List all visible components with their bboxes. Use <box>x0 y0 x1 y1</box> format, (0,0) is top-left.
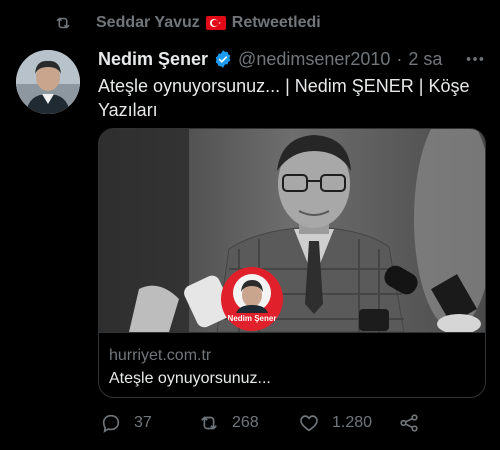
tweet-text: Ateşle oynuyorsunuz... | Nedim ŞENER | K… <box>98 76 470 120</box>
author-handle[interactable]: @nedimsener2010 <box>238 49 390 70</box>
author-badge: Nedim Şener <box>221 267 283 331</box>
share-icon <box>400 414 418 432</box>
share-button[interactable] <box>398 408 432 438</box>
tweet-actions: 37 268 1.280 <box>98 408 488 438</box>
badge-name: Nedim Şener <box>227 314 277 323</box>
card-title: Ateşle oynuyorsunuz... <box>109 370 271 387</box>
tweet-header: Nedim Şener @nedimsener2010 · 2 sa <box>98 46 486 72</box>
like-count: 1.280 <box>332 414 373 431</box>
reply-count: 37 <box>134 414 152 431</box>
card-meta: hurriyet.com.tr Ateşle oynuyorsunuz... <box>99 332 485 397</box>
reply-button[interactable]: 37 <box>100 408 152 438</box>
retweeter-name[interactable]: Seddar Yavuz <box>96 14 200 32</box>
retweet-context: Seddar Yavuz Retweetledi <box>56 12 321 34</box>
heart-icon <box>300 415 318 432</box>
tweet-time[interactable]: 2 sa <box>408 49 442 70</box>
card-image: Nedim Şener <box>99 129 485 334</box>
retweet-count: 268 <box>232 414 259 431</box>
like-button[interactable]: 1.280 <box>298 408 372 438</box>
author-avatar[interactable] <box>16 50 80 114</box>
card-domain: hurriyet.com.tr <box>109 347 212 364</box>
separator-dot: · <box>396 48 403 69</box>
link-preview-card[interactable]: Nedim Şener hurriyet.com.tr Ateşle oynuy… <box>98 128 486 398</box>
retweet-icon <box>56 17 70 29</box>
author-name[interactable]: Nedim Şener <box>98 49 208 70</box>
retweet-button[interactable]: 268 <box>198 408 259 438</box>
retweeted-label: Retweetledi <box>231 14 321 31</box>
turkey-flag-icon <box>205 16 226 30</box>
verified-badge-icon <box>215 50 231 68</box>
more-options-icon[interactable] <box>464 48 486 70</box>
reply-icon <box>102 414 120 433</box>
retweet-icon <box>201 416 217 430</box>
